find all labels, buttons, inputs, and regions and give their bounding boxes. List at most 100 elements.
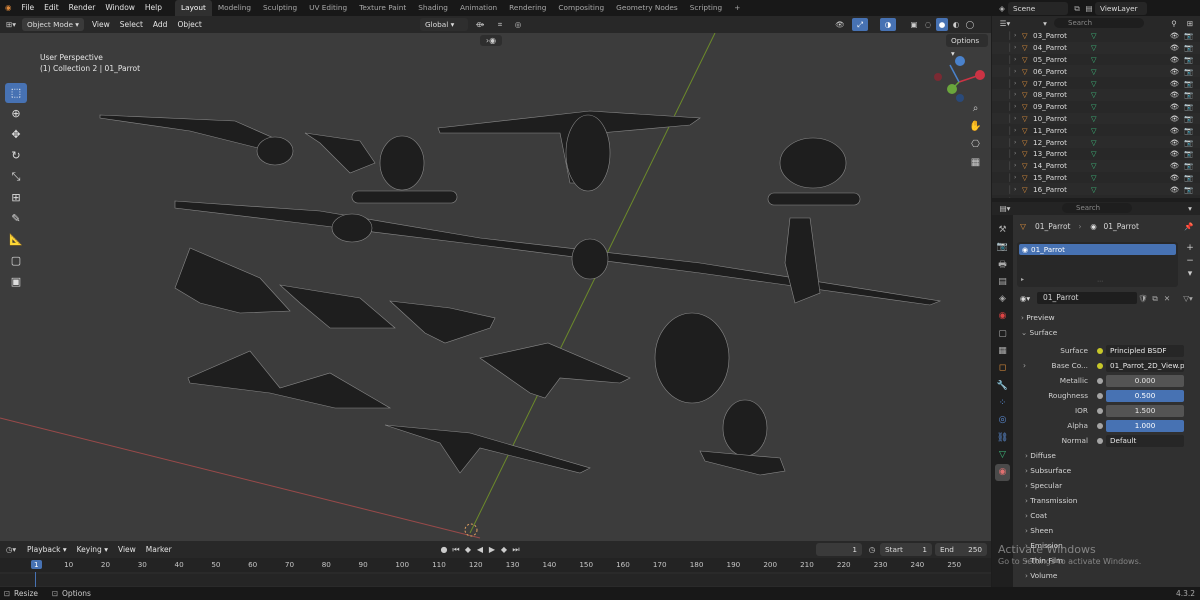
visibility-eye-icon[interactable]: 👁 (1170, 43, 1179, 52)
collection-tab-icon[interactable]: ▢ (995, 326, 1010, 343)
outliner-item-name[interactable]: 05_Parrot (1033, 55, 1091, 64)
outliner-row[interactable]: │ › ▽ 14_Parrot ▽ 👁 📷 (992, 159, 1200, 172)
outliner-item-name[interactable]: 09_Parrot (1033, 102, 1091, 111)
play-reverse-icon[interactable]: ◀ (474, 543, 486, 556)
data-tab-icon[interactable]: ▽ (995, 447, 1010, 464)
render-camera-icon[interactable]: 📷 (1184, 90, 1193, 99)
pivot-icon[interactable]: ⟴ (472, 18, 488, 31)
menu-help[interactable]: Help (140, 0, 167, 16)
outliner-item-name[interactable]: 14_Parrot (1033, 161, 1091, 170)
add-object-tool-icon[interactable]: ▣ (5, 272, 27, 292)
outliner-item-name[interactable]: 07_Parrot (1033, 79, 1091, 88)
3d-viewport[interactable]: User Perspective (1) Collection 2 | 01_P… (0, 33, 991, 541)
material-slot-list[interactable]: ◉ 01_Parrot ⋯ ▸ (1017, 242, 1178, 287)
expand-icon[interactable]: › (1014, 44, 1022, 51)
outliner-row[interactable]: │ › ▽ 15_Parrot ▽ 👁 📷 (992, 172, 1200, 184)
snap-icon[interactable]: ⌗ (492, 18, 508, 31)
render-camera-icon[interactable]: 📷 (1184, 161, 1193, 170)
render-camera-icon[interactable]: 📷 (1184, 114, 1193, 123)
outliner-row[interactable]: │ › ▽ 05_Parrot ▽ 👁 📷 (992, 54, 1200, 66)
outliner-row[interactable]: │›▽17_Parrot▽👁📷 (992, 195, 1200, 198)
outliner-row[interactable]: │ › ▽ 13_Parrot ▽ 👁 📷 (992, 148, 1200, 160)
visibility-eye-icon[interactable]: 👁 (1170, 149, 1179, 158)
mesh-data-icon[interactable]: ▽ (1091, 149, 1103, 158)
tool-tab-icon[interactable]: ⚒ (995, 222, 1010, 239)
subsection-header[interactable]: › Subsurface (1013, 463, 1200, 478)
mesh-data-icon[interactable]: ▽ (1091, 67, 1103, 76)
visibility-eye-icon[interactable]: 👁 (1170, 126, 1179, 135)
outliner-item-name[interactable]: 04_Parrot (1033, 43, 1091, 52)
visibility-eye-icon[interactable]: 👁 (1170, 67, 1179, 76)
viewport-menu-select[interactable]: Select (115, 17, 148, 33)
modifier-tab-icon[interactable]: 🔧 (995, 378, 1010, 395)
mesh-data-icon[interactable]: ▽ (1091, 173, 1103, 182)
transform-tool-icon[interactable]: ⊞ (5, 188, 27, 208)
surface-panel-header[interactable]: ⌄ Surface (1013, 325, 1200, 340)
render-camera-icon[interactable]: 📷 (1184, 31, 1193, 40)
rotate-tool-icon[interactable]: ↻ (5, 146, 27, 166)
render-camera-icon[interactable]: 📷 (1184, 55, 1193, 64)
property-value[interactable]: 1.000 (1106, 419, 1184, 432)
outliner-row[interactable]: │ › ▽ 03_Parrot ▽ 👁 📷 (992, 30, 1200, 42)
measure-tool-icon[interactable]: 📐 (5, 230, 27, 250)
outliner-item-name[interactable]: 10_Parrot (1033, 114, 1091, 123)
viewport-menu-object[interactable]: Object (172, 17, 206, 33)
start-frame-field[interactable]: Start 1 (880, 543, 932, 556)
outliner-row[interactable]: │ › ▽ 06_Parrot ▽ 👁 📷 (992, 65, 1200, 78)
jump-start-icon[interactable]: ⏮ (450, 543, 462, 556)
particles-tab-icon[interactable]: ⁘ (995, 395, 1010, 412)
mesh-data-icon[interactable]: ▽ (1091, 31, 1103, 40)
properties-search[interactable]: Search (1062, 203, 1132, 213)
property-value[interactable]: Principled BSDF (1106, 344, 1184, 357)
expand-icon[interactable]: › (1014, 68, 1022, 75)
shading-rendered-icon[interactable]: ◯ (964, 18, 976, 31)
timeline-editor-icon[interactable]: ◷▾ (0, 543, 22, 556)
scene-tab-icon[interactable]: ◈ (995, 291, 1010, 308)
outliner-row[interactable]: │ › ▽ 09_Parrot ▽ 👁 📷 (992, 101, 1200, 113)
menu-edit[interactable]: Edit (39, 0, 64, 16)
tab-compositing[interactable]: Compositing (552, 0, 610, 16)
add-workspace-icon[interactable]: + (728, 0, 746, 16)
expand-icon[interactable]: › (1023, 361, 1026, 370)
expand-icon[interactable]: › (1014, 91, 1022, 98)
xray-icon[interactable]: ▣ (908, 18, 920, 31)
material-name-field[interactable]: 01_Parrot (1037, 292, 1137, 304)
play-icon[interactable]: ▶ (486, 543, 498, 556)
subsection-header[interactable]: › Coat (1013, 508, 1200, 523)
expand-icon[interactable]: › (1014, 174, 1022, 181)
mesh-data-icon[interactable]: ▽ (1091, 197, 1103, 198)
render-camera-icon[interactable]: 📷 (1184, 185, 1193, 194)
outliner-item-name[interactable]: 15_Parrot (1033, 173, 1091, 182)
tab-sculpting[interactable]: Sculpting (257, 0, 303, 16)
properties-editor-icon[interactable]: ▤▾ (995, 202, 1015, 215)
visibility-icon[interactable]: 👁 (832, 18, 848, 31)
blender-logo-icon[interactable]: ◉ (0, 0, 17, 16)
slot-specials-icon[interactable]: ▾ (1183, 268, 1197, 281)
proportional-icon[interactable]: ◎ (510, 18, 526, 31)
visibility-eye-icon[interactable]: 👁 (1170, 79, 1179, 88)
pin-icon[interactable]: 📌 (1183, 220, 1195, 233)
tab-animation[interactable]: Animation (454, 0, 503, 16)
link-type-icon[interactable]: ▽▾ (1181, 292, 1195, 305)
clock-icon[interactable]: ◷ (866, 543, 878, 556)
expand-icon[interactable]: › (1014, 115, 1022, 122)
property-value[interactable]: 1.500 (1106, 404, 1184, 417)
socket-dot-icon[interactable] (1097, 377, 1103, 384)
outliner-item-name[interactable]: 17_Parrot (1033, 197, 1091, 198)
material-tab-icon[interactable]: ◉ (995, 464, 1010, 482)
property-value[interactable]: Default (1106, 434, 1184, 447)
mesh-data-icon[interactable]: ▽ (1091, 55, 1103, 64)
prev-keyframe-icon[interactable]: ◆ (462, 543, 474, 556)
add-cube-tool-icon[interactable]: ▢ (5, 251, 27, 271)
options-button[interactable]: Options ▾ (946, 34, 988, 58)
outliner-filter-icon[interactable]: ⚲ (1168, 17, 1180, 30)
duplicate-material-icon[interactable]: ⧉ (1149, 292, 1161, 305)
next-keyframe-icon[interactable]: ◆ (498, 543, 510, 556)
tab-rendering[interactable]: Rendering (503, 0, 552, 16)
render-camera-icon[interactable]: 📷 (1184, 43, 1193, 52)
socket-dot-icon[interactable] (1097, 347, 1103, 354)
shading-wireframe-icon[interactable]: ◌ (922, 18, 934, 31)
physics-tab-icon[interactable]: ◎ (995, 412, 1010, 429)
add-slot-icon[interactable]: + (1183, 242, 1197, 255)
menu-render[interactable]: Render (64, 0, 101, 16)
